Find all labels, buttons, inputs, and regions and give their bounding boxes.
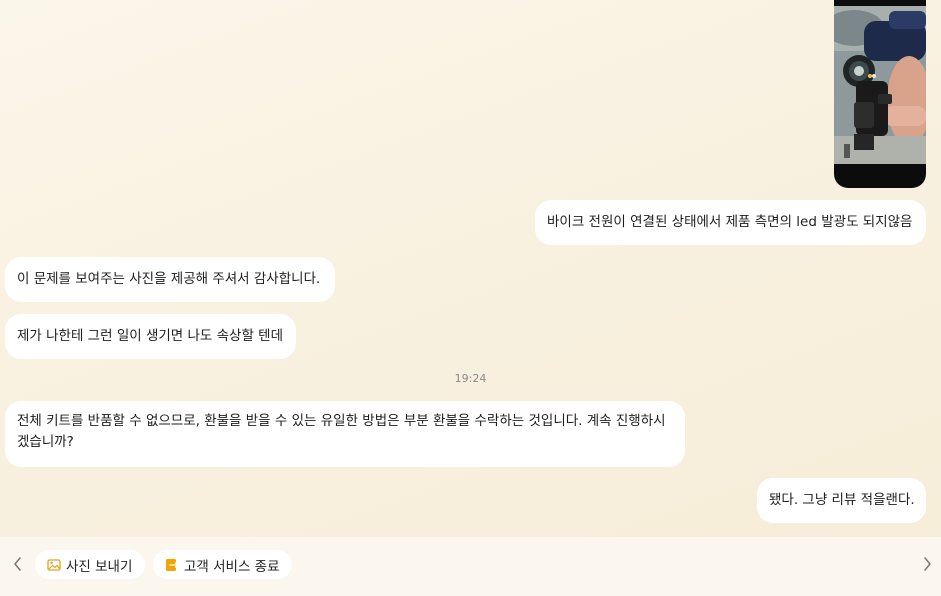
user-message: 바이크 전원이 연결된 상태에서 제품 측면의 led 발광도 되지않음 [535,200,926,245]
end-service-button[interactable]: 고객 서비스 종료 [153,550,292,579]
quick-action-bar: 사진 보내기 고객 서비스 종료 [0,537,941,596]
message-text-line: 겠습니까? [17,434,74,450]
agent-message: 제가 나한테 그런 일이 생기면 나도 속상할 텐데 [5,314,296,359]
scroll-right-button[interactable] [920,555,934,573]
message-text: 이 문제를 보여주는 사진을 제공해 주셔서 감사합니다. [17,271,321,287]
message-text-line: 전체 키트를 반품할 수 없으므로, 환불을 받을 수 있는 유일한 방법은 부… [17,413,666,429]
chat-area: 바이크 전원이 연결된 상태에서 제품 측면의 led 발광도 되지않음 이 문… [0,0,941,540]
end-service-label: 고객 서비스 종료 [184,558,280,575]
chevron-right-icon [924,557,931,571]
image-icon [47,558,61,571]
send-photo-button[interactable]: 사진 보내기 [35,550,145,579]
user-message: 됐다. 그냥 리뷰 적을랜다. [757,478,926,523]
scroll-left-button[interactable] [11,555,25,573]
message-timestamp: 19:24 [454,372,487,385]
user-photo-message[interactable] [834,0,926,188]
message-text: 바이크 전원이 연결된 상태에서 제품 측면의 led 발광도 되지않음 [547,214,913,230]
agent-message: 이 문제를 보여주는 사진을 제공해 주셔서 감사합니다. [5,257,335,302]
chevron-left-icon [14,557,21,571]
agent-message: 전체 키트를 반품할 수 없으므로, 환불을 받을 수 있는 유일한 방법은 부… [5,401,685,467]
message-text: 됐다. 그냥 리뷰 적을랜다. [769,492,915,508]
message-text: 제가 나한테 그런 일이 생기면 나도 속상할 텐데 [17,328,284,344]
exit-document-icon [166,558,179,571]
user-photo[interactable] [834,6,926,164]
send-photo-label: 사진 보내기 [66,558,133,575]
